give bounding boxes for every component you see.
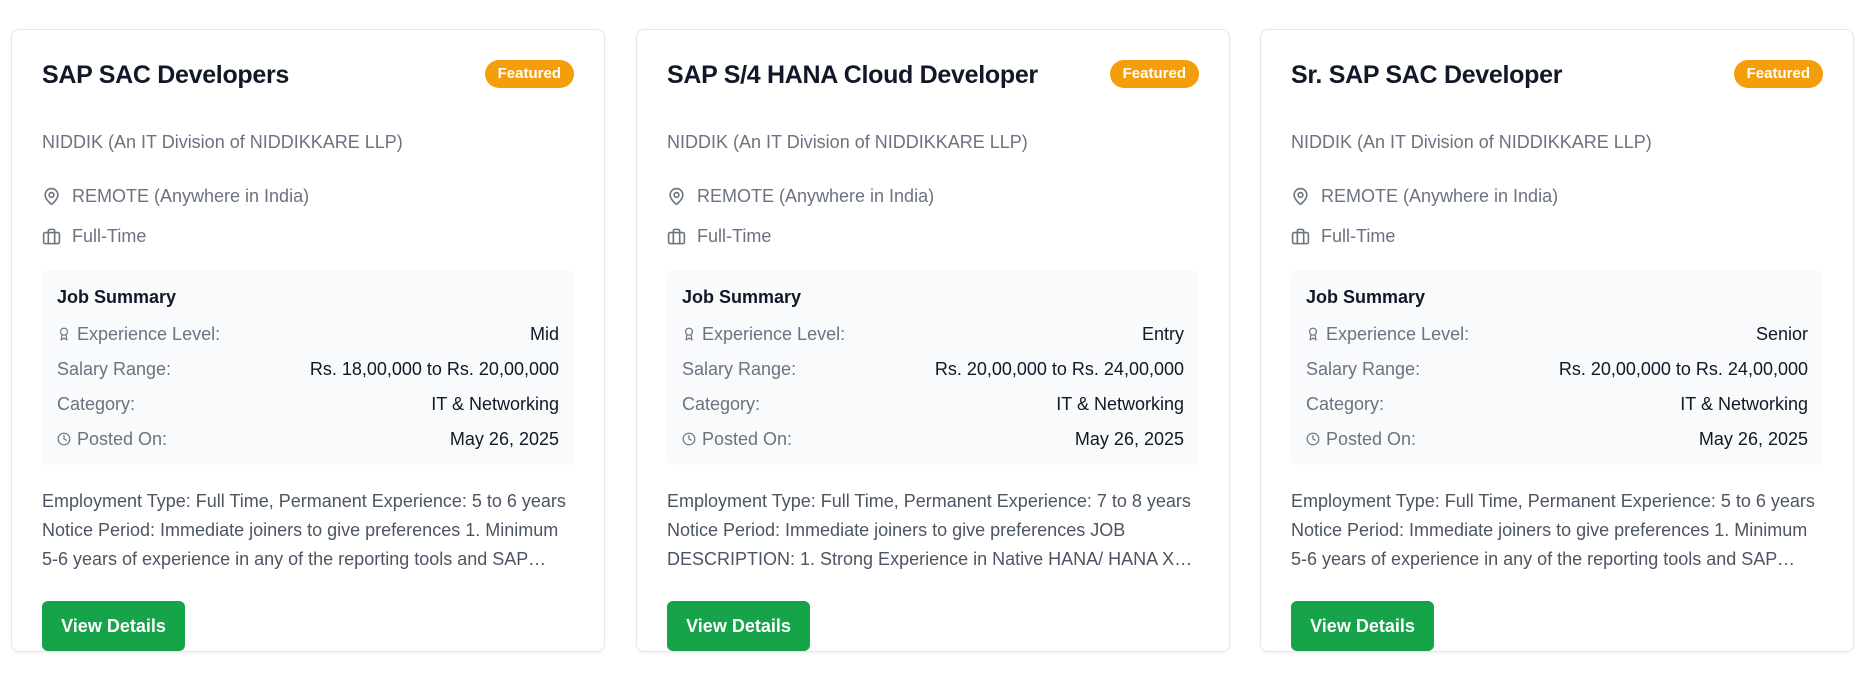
job-employment-type: Full-Time <box>1291 226 1395 247</box>
briefcase-icon <box>42 228 61 245</box>
job-description: Employment Type: Full Time, Permanent Ex… <box>667 491 1191 569</box>
experience-label: Experience Level: <box>1326 323 1470 344</box>
category-row: Category: IT & Networking <box>682 392 1184 416</box>
clock-icon <box>57 432 71 446</box>
map-pin-icon <box>44 187 59 206</box>
company-name: NIDDIK (An IT Division of NIDDIKKARE LLP… <box>667 132 1028 152</box>
job-title[interactable]: SAP SAC Developers <box>42 61 289 90</box>
job-employment-type: Full-Time <box>42 226 146 247</box>
employment-text: Full-Time <box>72 226 147 246</box>
experience-label-wrap: Experience Level: <box>57 324 220 345</box>
posted-row: Posted On: May 26, 2025 <box>682 427 1184 451</box>
company-name: NIDDIK (An IT Division of NIDDIKKARE LLP… <box>42 132 403 152</box>
job-description: Employment Type: Full Time, Permanent Ex… <box>1291 491 1815 569</box>
salary-label: Salary Range: <box>1306 358 1421 379</box>
job-description: Employment Type: Full Time, Permanent Ex… <box>42 491 566 569</box>
featured-badge: Featured <box>1109 60 1199 88</box>
clock-icon <box>682 432 696 446</box>
experience-label: Experience Level: <box>77 323 221 344</box>
job-employment-type: Full-Time <box>667 226 771 247</box>
experience-label: Experience Level: <box>702 323 846 344</box>
category-value: IT & Networking <box>1056 393 1184 414</box>
experience-value: Mid <box>529 323 559 344</box>
posted-value: May 26, 2025 <box>449 428 559 449</box>
category-row: Category: IT & Networking <box>57 392 559 416</box>
location-text: REMOTE (Anywhere in India) <box>1321 186 1559 206</box>
award-icon <box>1308 327 1318 341</box>
job-summary-panel: Job Summary Experience Level: Entry Sala… <box>667 270 1199 465</box>
job-card: Sr. SAP SAC Developer Featured NIDDIK (A… <box>1260 29 1854 652</box>
employment-text: Full-Time <box>1321 226 1396 246</box>
experience-label-wrap: Experience Level: <box>1306 324 1469 345</box>
posted-label-wrap: Posted On: <box>682 429 792 450</box>
category-label: Category: <box>57 393 136 414</box>
posted-row: Posted On: May 26, 2025 <box>1306 427 1808 451</box>
posted-label: Posted On: <box>1326 428 1417 449</box>
posted-value: May 26, 2025 <box>1698 428 1808 449</box>
job-summary-title: Job Summary <box>57 287 177 307</box>
clock-icon <box>1306 432 1320 446</box>
job-location: REMOTE (Anywhere in India) <box>1291 186 1558 207</box>
map-pin-icon <box>1293 187 1308 206</box>
category-label: Category: <box>682 393 761 414</box>
experience-value: Entry <box>1141 323 1184 344</box>
job-summary-title: Job Summary <box>682 287 802 307</box>
job-summary-panel: Job Summary Experience Level: Senior Sal… <box>1291 270 1823 465</box>
featured-badge: Featured <box>484 60 574 88</box>
category-value: IT & Networking <box>1680 393 1808 414</box>
briefcase-icon <box>667 228 686 245</box>
salary-label: Salary Range: <box>57 358 172 379</box>
salary-value: Rs. 20,00,000 to Rs. 24,00,000 <box>934 358 1184 379</box>
location-text: REMOTE (Anywhere in India) <box>697 186 935 206</box>
experience-row: Experience Level: Entry <box>682 322 1184 346</box>
briefcase-icon <box>1291 228 1310 245</box>
salary-row: Salary Range: Rs. 18,00,000 to Rs. 20,00… <box>57 357 559 381</box>
company-name: NIDDIK (An IT Division of NIDDIKKARE LLP… <box>1291 132 1652 152</box>
posted-label-wrap: Posted On: <box>1306 429 1416 450</box>
job-summary-panel: Job Summary Experience Level: Mid Salary… <box>42 270 574 465</box>
posted-row: Posted On: May 26, 2025 <box>57 427 559 451</box>
award-icon <box>684 327 694 341</box>
experience-value: Senior <box>1755 323 1808 344</box>
view-details-button[interactable]: View Details <box>42 601 185 651</box>
category-label: Category: <box>1306 393 1385 414</box>
salary-row: Salary Range: Rs. 20,00,000 to Rs. 24,00… <box>1306 357 1808 381</box>
category-value: IT & Networking <box>431 393 559 414</box>
job-location: REMOTE (Anywhere in India) <box>667 186 934 207</box>
salary-row: Salary Range: Rs. 20,00,000 to Rs. 24,00… <box>682 357 1184 381</box>
location-text: REMOTE (Anywhere in India) <box>72 186 310 206</box>
job-title[interactable]: Sr. SAP SAC Developer <box>1291 61 1562 90</box>
job-title[interactable]: SAP S/4 HANA Cloud Developer <box>667 61 1038 90</box>
view-details-button[interactable]: View Details <box>667 601 810 651</box>
experience-row: Experience Level: Senior <box>1306 322 1808 346</box>
job-card: SAP S/4 HANA Cloud Developer Featured NI… <box>636 29 1230 652</box>
job-card: SAP SAC Developers Featured NIDDIK (An I… <box>11 29 605 652</box>
job-location: REMOTE (Anywhere in India) <box>42 186 309 207</box>
job-summary-title: Job Summary <box>1306 287 1426 307</box>
experience-row: Experience Level: Mid <box>57 322 559 346</box>
salary-value: Rs. 18,00,000 to Rs. 20,00,000 <box>309 358 559 379</box>
employment-text: Full-Time <box>697 226 772 246</box>
posted-value: May 26, 2025 <box>1074 428 1184 449</box>
posted-label: Posted On: <box>77 428 168 449</box>
experience-label-wrap: Experience Level: <box>682 324 845 345</box>
featured-badge: Featured <box>1733 60 1823 88</box>
salary-label: Salary Range: <box>682 358 797 379</box>
posted-label: Posted On: <box>702 428 793 449</box>
view-details-button[interactable]: View Details <box>1291 601 1434 651</box>
category-row: Category: IT & Networking <box>1306 392 1808 416</box>
map-pin-icon <box>669 187 684 206</box>
salary-value: Rs. 20,00,000 to Rs. 24,00,000 <box>1558 358 1808 379</box>
award-icon <box>59 327 69 341</box>
job-listing-grid: SAP SAC Developers Featured NIDDIK (An I… <box>0 0 1866 677</box>
posted-label-wrap: Posted On: <box>57 429 167 450</box>
